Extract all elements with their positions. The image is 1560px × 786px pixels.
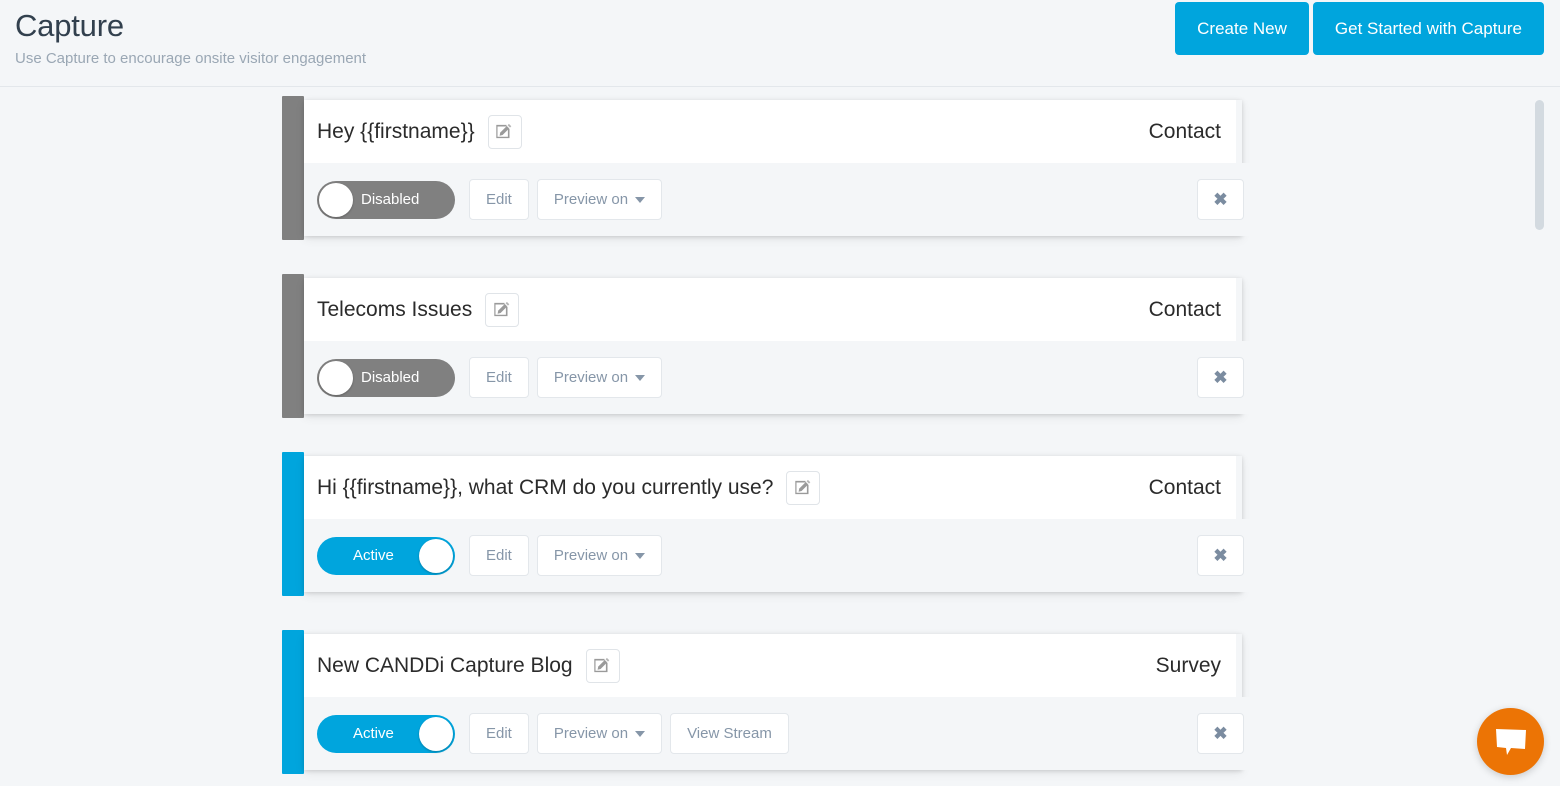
scrollbar-thumb[interactable] bbox=[1535, 100, 1544, 230]
preview-on-label: Preview on bbox=[553, 369, 629, 386]
card-title: New CANDDi Capture Blog bbox=[317, 653, 573, 677]
delete-button[interactable]: ✖ bbox=[1197, 535, 1244, 576]
card-title: Telecoms Issues bbox=[317, 297, 473, 321]
edit-button[interactable]: Edit bbox=[469, 179, 529, 220]
capture-card: Hi {{firstname}}, what CRM do you curren… bbox=[282, 452, 1256, 596]
toggle-knob bbox=[419, 538, 453, 573]
card-body: Hey {{firstname}} Contact Disabled Edit Prev… bbox=[304, 100, 1256, 236]
delete-button[interactable]: ✖ bbox=[1197, 713, 1244, 754]
card-footer: Disabled Edit Preview on ✖ bbox=[304, 341, 1256, 414]
enable-toggle[interactable]: Active bbox=[317, 536, 455, 575]
capture-list-scroll-area[interactable]: Hey {{firstname}} Contact Disabled Edit Prev… bbox=[0, 87, 1560, 786]
enable-toggle-label: Active bbox=[353, 725, 394, 742]
page-title: Capture bbox=[15, 8, 124, 43]
card-body: New CANDDi Capture Blog Survey Active Edit P… bbox=[304, 634, 1256, 770]
card-status-accent-bar bbox=[282, 274, 304, 418]
capture-card: New CANDDi Capture Blog Survey Active Edit P… bbox=[282, 630, 1256, 774]
card-type-label: Contact bbox=[1148, 297, 1221, 321]
header-actions: Create New Get Started with Capture bbox=[1175, 2, 1544, 55]
card-header: Hey {{firstname}} Contact bbox=[304, 100, 1236, 163]
enable-toggle[interactable]: Active bbox=[317, 714, 455, 753]
delete-button[interactable]: ✖ bbox=[1197, 357, 1244, 398]
page-header: Capture Use Capture to encourage onsite … bbox=[0, 0, 1560, 87]
card-status-accent-bar bbox=[282, 452, 304, 596]
view-stream-button[interactable]: View Stream bbox=[670, 713, 789, 754]
card-status-accent-bar bbox=[282, 96, 304, 240]
header-titles: Capture Use Capture to encourage onsite … bbox=[15, 4, 366, 70]
card-header: Telecoms Issues Contact bbox=[304, 278, 1236, 341]
page-subtitle: Use Capture to encourage onsite visitor … bbox=[15, 50, 367, 67]
card-header: New CANDDi Capture Blog Survey bbox=[304, 634, 1236, 697]
card-body: Hi {{firstname}}, what CRM do you curren… bbox=[304, 456, 1256, 592]
preview-on-dropdown[interactable]: Preview on bbox=[536, 713, 663, 754]
card-type-label: Contact bbox=[1148, 119, 1221, 143]
preview-on-dropdown[interactable]: Preview on bbox=[536, 179, 663, 220]
card-title: Hi {{firstname}}, what CRM do you curren… bbox=[317, 475, 774, 499]
get-started-with-capture-button[interactable]: Get Started with Capture bbox=[1312, 2, 1544, 55]
enable-toggle-label: Active bbox=[353, 547, 394, 564]
card-type-label: Contact bbox=[1148, 475, 1221, 499]
edit-button[interactable]: Edit bbox=[469, 357, 529, 398]
card-title: Hey {{firstname}} bbox=[317, 119, 475, 143]
preview-on-label: Preview on bbox=[553, 547, 629, 564]
card-header: Hi {{firstname}}, what CRM do you curren… bbox=[304, 456, 1236, 519]
card-footer: Active Edit Preview on ✖ bbox=[304, 519, 1256, 592]
edit-title-icon-button[interactable] bbox=[485, 292, 520, 327]
preview-on-dropdown[interactable]: Preview on bbox=[536, 535, 663, 576]
enable-toggle-label: Disabled bbox=[361, 191, 420, 208]
enable-toggle[interactable]: Disabled bbox=[317, 358, 455, 397]
capture-card: Hey {{firstname}} Contact Disabled Edit Prev… bbox=[282, 96, 1256, 240]
edit-title-icon-button[interactable] bbox=[786, 470, 821, 505]
toggle-knob bbox=[319, 360, 353, 395]
chevron-down-icon bbox=[635, 730, 646, 737]
chevron-down-icon bbox=[635, 196, 646, 203]
edit-title-icon-button[interactable] bbox=[585, 648, 620, 683]
delete-button[interactable]: ✖ bbox=[1197, 179, 1244, 220]
card-footer: Active Edit Preview on View Stream ✖ bbox=[304, 697, 1256, 770]
preview-on-label: Preview on bbox=[553, 725, 629, 742]
pencil-square-icon bbox=[494, 301, 510, 317]
create-new-button[interactable]: Create New bbox=[1175, 2, 1309, 55]
chevron-down-icon bbox=[635, 552, 646, 559]
chevron-down-icon bbox=[635, 374, 646, 381]
capture-card-list: Hey {{firstname}} Contact Disabled Edit Prev… bbox=[0, 87, 1560, 774]
card-status-accent-bar bbox=[282, 630, 304, 774]
chat-bubble-icon bbox=[1495, 728, 1526, 755]
enable-toggle[interactable]: Disabled bbox=[317, 180, 455, 219]
pencil-square-icon bbox=[594, 657, 610, 673]
preview-on-dropdown[interactable]: Preview on bbox=[536, 357, 663, 398]
card-type-label: Survey bbox=[1155, 653, 1221, 677]
chat-launcher-button[interactable] bbox=[1477, 708, 1544, 775]
card-body: Telecoms Issues Contact Disabled Edit Previe… bbox=[304, 278, 1256, 414]
scrollbar-track[interactable] bbox=[1535, 87, 1544, 786]
preview-on-label: Preview on bbox=[553, 191, 629, 208]
card-footer: Disabled Edit Preview on ✖ bbox=[304, 163, 1256, 236]
toggle-knob bbox=[419, 716, 453, 751]
toggle-knob bbox=[319, 182, 353, 217]
edit-button[interactable]: Edit bbox=[469, 535, 529, 576]
edit-button[interactable]: Edit bbox=[469, 713, 529, 754]
edit-title-icon-button[interactable] bbox=[487, 114, 522, 149]
capture-card: Telecoms Issues Contact Disabled Edit Previe… bbox=[282, 274, 1256, 418]
pencil-square-icon bbox=[795, 479, 811, 495]
pencil-square-icon bbox=[496, 123, 512, 139]
enable-toggle-label: Disabled bbox=[361, 369, 420, 386]
